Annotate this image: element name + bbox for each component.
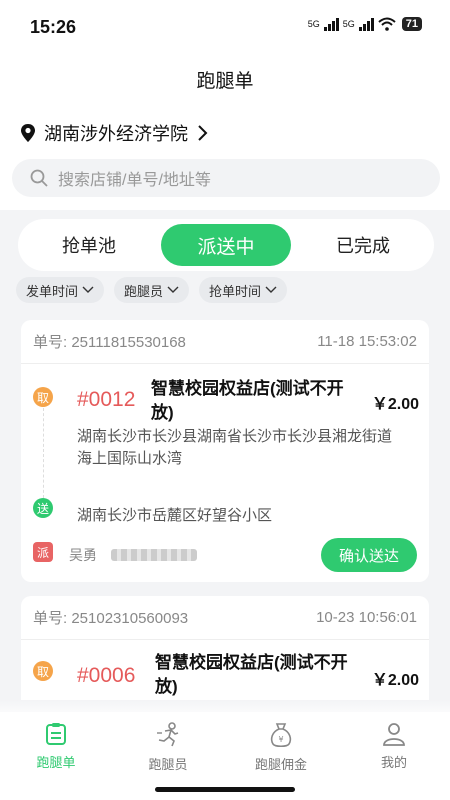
chevron-down-icon (265, 286, 277, 293)
home-indicator (155, 787, 295, 792)
nav-orders-label: 跑腿单 (36, 755, 76, 770)
network-label-1: 5G (307, 19, 320, 29)
nav-commission[interactable]: ¥ 跑腿佣金 (231, 722, 331, 773)
pickup-badge: 取 (33, 661, 53, 681)
signal-icon (323, 17, 339, 31)
chevron-down-icon (82, 286, 94, 293)
status-bar: 15:26 5G 5G 71 (0, 0, 450, 52)
order-tag: #0006 (77, 664, 136, 687)
wifi-icon (378, 17, 396, 31)
shop-name: 智慧校园权益店(测试不开 放) (151, 377, 344, 425)
shop-name-line1: 智慧校园权益店(测试不开 (155, 653, 348, 672)
order-price: ￥2.00 (371, 396, 419, 413)
shop-name-line2: 放) (155, 677, 178, 696)
dispatch-badge: 派 (33, 542, 53, 562)
signal-icon-2 (358, 17, 374, 31)
filter-bar: 发单时间 跑腿员 抢单时间 (16, 277, 288, 303)
nav-profile[interactable]: 我的 (344, 722, 444, 771)
deliver-badge: 送 (33, 498, 53, 518)
clipboard-icon (46, 723, 66, 745)
rider-name: 吴勇 (69, 547, 97, 563)
filter-grab-time-label: 抢单时间 (209, 283, 262, 299)
svg-text:¥: ¥ (278, 735, 283, 744)
search-icon (30, 169, 48, 187)
nav-riders-label: 跑腿员 (148, 757, 188, 772)
search-input[interactable]: 搜索店铺/单号/地址等 (12, 159, 440, 197)
order-price: ￥2.00 (371, 672, 419, 689)
nav-commission-label: 跑腿佣金 (254, 757, 307, 772)
order-time: 11-18 15:53:02 (317, 333, 417, 350)
rider-phone-redacted (111, 549, 197, 561)
location-selector[interactable]: 湖南涉外经济学院 (20, 120, 208, 146)
runner-icon (157, 722, 179, 747)
nav-profile-label: 我的 (380, 755, 407, 770)
order-tag: #0012 (77, 388, 136, 411)
pickup-address-line1: 湖南长沙市长沙县湖南省长沙市长沙县湘龙街道 (77, 428, 393, 445)
order-number: 单号: 25102310560093 (33, 610, 189, 627)
filter-rider-label: 跑腿员 (124, 283, 164, 299)
shop-name-line1: 智慧校园权益店(测试不开 (151, 379, 344, 398)
pickup-address-line2: 海上国际山水湾 (77, 450, 183, 467)
order-time: 10-23 10:56:01 (316, 609, 417, 626)
confirm-delivery-button[interactable]: 确认送达 (321, 538, 417, 572)
chevron-right-icon (198, 125, 208, 141)
pickup-badge: 取 (33, 387, 53, 407)
tab-delivering[interactable]: 派送中 (161, 224, 291, 266)
delivery-address: 湖南长沙市岳麓区好望谷小区 (77, 507, 273, 524)
status-time: 15:26 (30, 17, 77, 37)
order-number: 单号: 25111815530168 (33, 334, 186, 351)
filter-order-time[interactable]: 发单时间 (16, 277, 105, 303)
order-card-header: 单号: 25102310560093 10-23 10:56:01 (21, 596, 429, 640)
nav-riders[interactable]: 跑腿员 (118, 722, 218, 773)
battery-icon: 71 (401, 17, 422, 31)
search-placeholder: 搜索店铺/单号/地址等 (58, 172, 211, 189)
location-name: 湖南涉外经济学院 (44, 124, 188, 144)
status-tabs: 抢单池 派送中 已完成 (18, 219, 434, 271)
location-pin-icon (21, 124, 35, 142)
network-label-2: 5G (342, 19, 355, 29)
order-card[interactable]: 单号: 25111815530168 11-18 15:53:02 取 #001… (21, 320, 429, 582)
filter-grab-time[interactable]: 抢单时间 (199, 277, 288, 303)
route-line (43, 408, 44, 498)
pickup-address: 湖南长沙市长沙县湖南省长沙市长沙县湘龙街道 海上国际山水湾 (77, 426, 417, 470)
user-icon (383, 723, 405, 746)
top-panel: 15:26 5G 5G 71 跑腿单 湖南涉外经济学院 搜索店铺/单号/地址等 (0, 0, 450, 210)
filter-order-time-label: 发单时间 (26, 283, 79, 299)
status-icons: 5G 5G 71 (308, 17, 422, 31)
rider-info: 吴勇 (69, 545, 197, 565)
tab-completed[interactable]: 已完成 (298, 224, 428, 266)
nav-orders[interactable]: 跑腿单 (6, 722, 106, 771)
shop-name: 智慧校园权益店(测试不开 放) (155, 651, 348, 699)
money-bag-icon: ¥ (270, 723, 292, 748)
shop-name-line2: 放) (151, 403, 174, 422)
filter-rider[interactable]: 跑腿员 (114, 277, 190, 303)
chevron-down-icon (167, 286, 179, 293)
tab-grab-pool[interactable]: 抢单池 (24, 224, 154, 266)
page-title: 跑腿单 (196, 71, 254, 92)
order-card-header: 单号: 25111815530168 11-18 15:53:02 (21, 320, 429, 364)
